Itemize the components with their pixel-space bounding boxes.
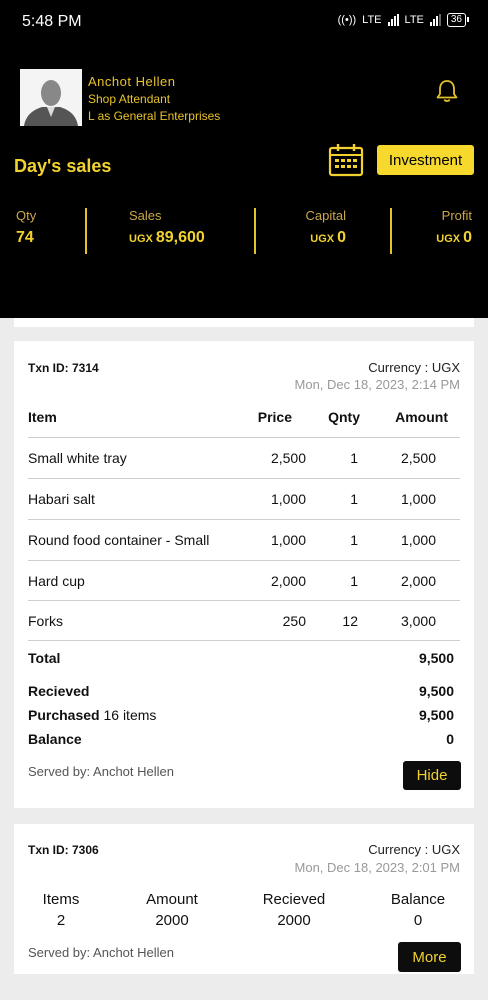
stat-value: UGX 0 (310, 229, 346, 246)
summary-received: Recieved 2000 (262, 891, 326, 929)
status-time: 5:48 PM (22, 13, 82, 30)
table-row: Small white tray 2,500 1 2,500 (28, 437, 460, 478)
battery-icon: 36 (446, 13, 470, 27)
col-header-amount: Amount (395, 409, 448, 425)
status-bar: 5:48 PM ((•)) LTE LTE 36 (0, 0, 488, 44)
investment-button[interactable]: Investment (377, 145, 474, 175)
stat-value: 74 (16, 229, 34, 246)
business-name: L as General Enterprises (88, 109, 221, 123)
stat-label: Profit (441, 208, 472, 223)
col-header-price: Price (257, 409, 292, 425)
table-row: Round food container - Small 1,000 1 1,000 (28, 519, 460, 560)
hide-button[interactable]: Hide (403, 761, 461, 790)
user-name: Anchot Hellen (88, 74, 176, 89)
stat-value: UGX 89,600 (129, 229, 205, 246)
txn-currency: Currency : UGX (368, 360, 460, 375)
bell-icon[interactable] (434, 78, 460, 104)
total-row: Total 9,500 (28, 650, 454, 666)
summary-amount: Amount 2000 (146, 891, 198, 929)
txn-id: Txn ID: 7314 (28, 361, 99, 375)
table-row: Hard cup 2,000 1 2,000 (28, 560, 460, 601)
divider (85, 208, 87, 254)
status-icons: ((•)) LTE LTE 36 (337, 13, 470, 27)
stat-label: Sales (129, 208, 162, 223)
col-header-qty: Qnty (328, 409, 360, 425)
stat-capital: Capital UGX 0 (298, 208, 346, 254)
received-row: Recieved 9,500 (28, 683, 454, 699)
user-avatar[interactable] (20, 69, 82, 126)
txn-id: Txn ID: 7306 (28, 843, 99, 857)
divider (390, 208, 392, 254)
network-type-2: LTE (404, 14, 424, 26)
signal-icon-2 (429, 14, 441, 26)
signal-icon (387, 14, 399, 26)
txn-currency: Currency : UGX (368, 842, 460, 857)
days-sales-title: Day's sales (14, 156, 112, 176)
purchased-row: Purchased 16 items 9,500 (28, 707, 454, 723)
network-type-1: LTE (362, 14, 382, 26)
previous-card-edge (14, 318, 474, 327)
app-header: 5:48 PM ((•)) LTE LTE 36 Anchot Hellen S… (0, 0, 488, 318)
served-by: Served by: Anchot Hellen (28, 945, 174, 960)
stat-label: Qty (16, 208, 37, 223)
table-row: Forks 250 12 3,000 (28, 600, 460, 641)
txn-date: Mon, Dec 18, 2023, 2:01 PM (294, 860, 460, 875)
txn-date: Mon, Dec 18, 2023, 2:14 PM (294, 377, 460, 392)
summary-balance: Balance 0 (390, 891, 446, 929)
transaction-card: Txn ID: 7306 Currency : UGX Mon, Dec 18,… (14, 824, 474, 974)
stat-value: UGX 0 (436, 229, 472, 246)
more-button[interactable]: More (398, 942, 461, 972)
served-by: Served by: Anchot Hellen (28, 764, 174, 779)
hotspot-icon: ((•)) (337, 14, 357, 26)
transaction-card: Txn ID: 7314 Currency : UGX Mon, Dec 18,… (14, 341, 474, 808)
balance-row: Balance 0 (28, 731, 454, 747)
stat-profit: Profit UGX 0 (424, 208, 472, 254)
summary-items: Items 2 (42, 891, 80, 929)
user-role: Shop Attendant (88, 92, 171, 106)
divider (254, 208, 256, 254)
stat-qty: Qty 74 (16, 208, 36, 254)
calendar-icon[interactable] (328, 143, 364, 177)
col-header-item: Item (28, 409, 57, 425)
stat-label: Capital (305, 208, 346, 223)
table-row: Habari salt 1,000 1 1,000 (28, 478, 460, 519)
sales-stats: Qty 74 Sales UGX 89,600 Capital UGX 0 Prof… (0, 208, 488, 254)
stat-sales: Sales UGX 89,600 (129, 208, 205, 254)
